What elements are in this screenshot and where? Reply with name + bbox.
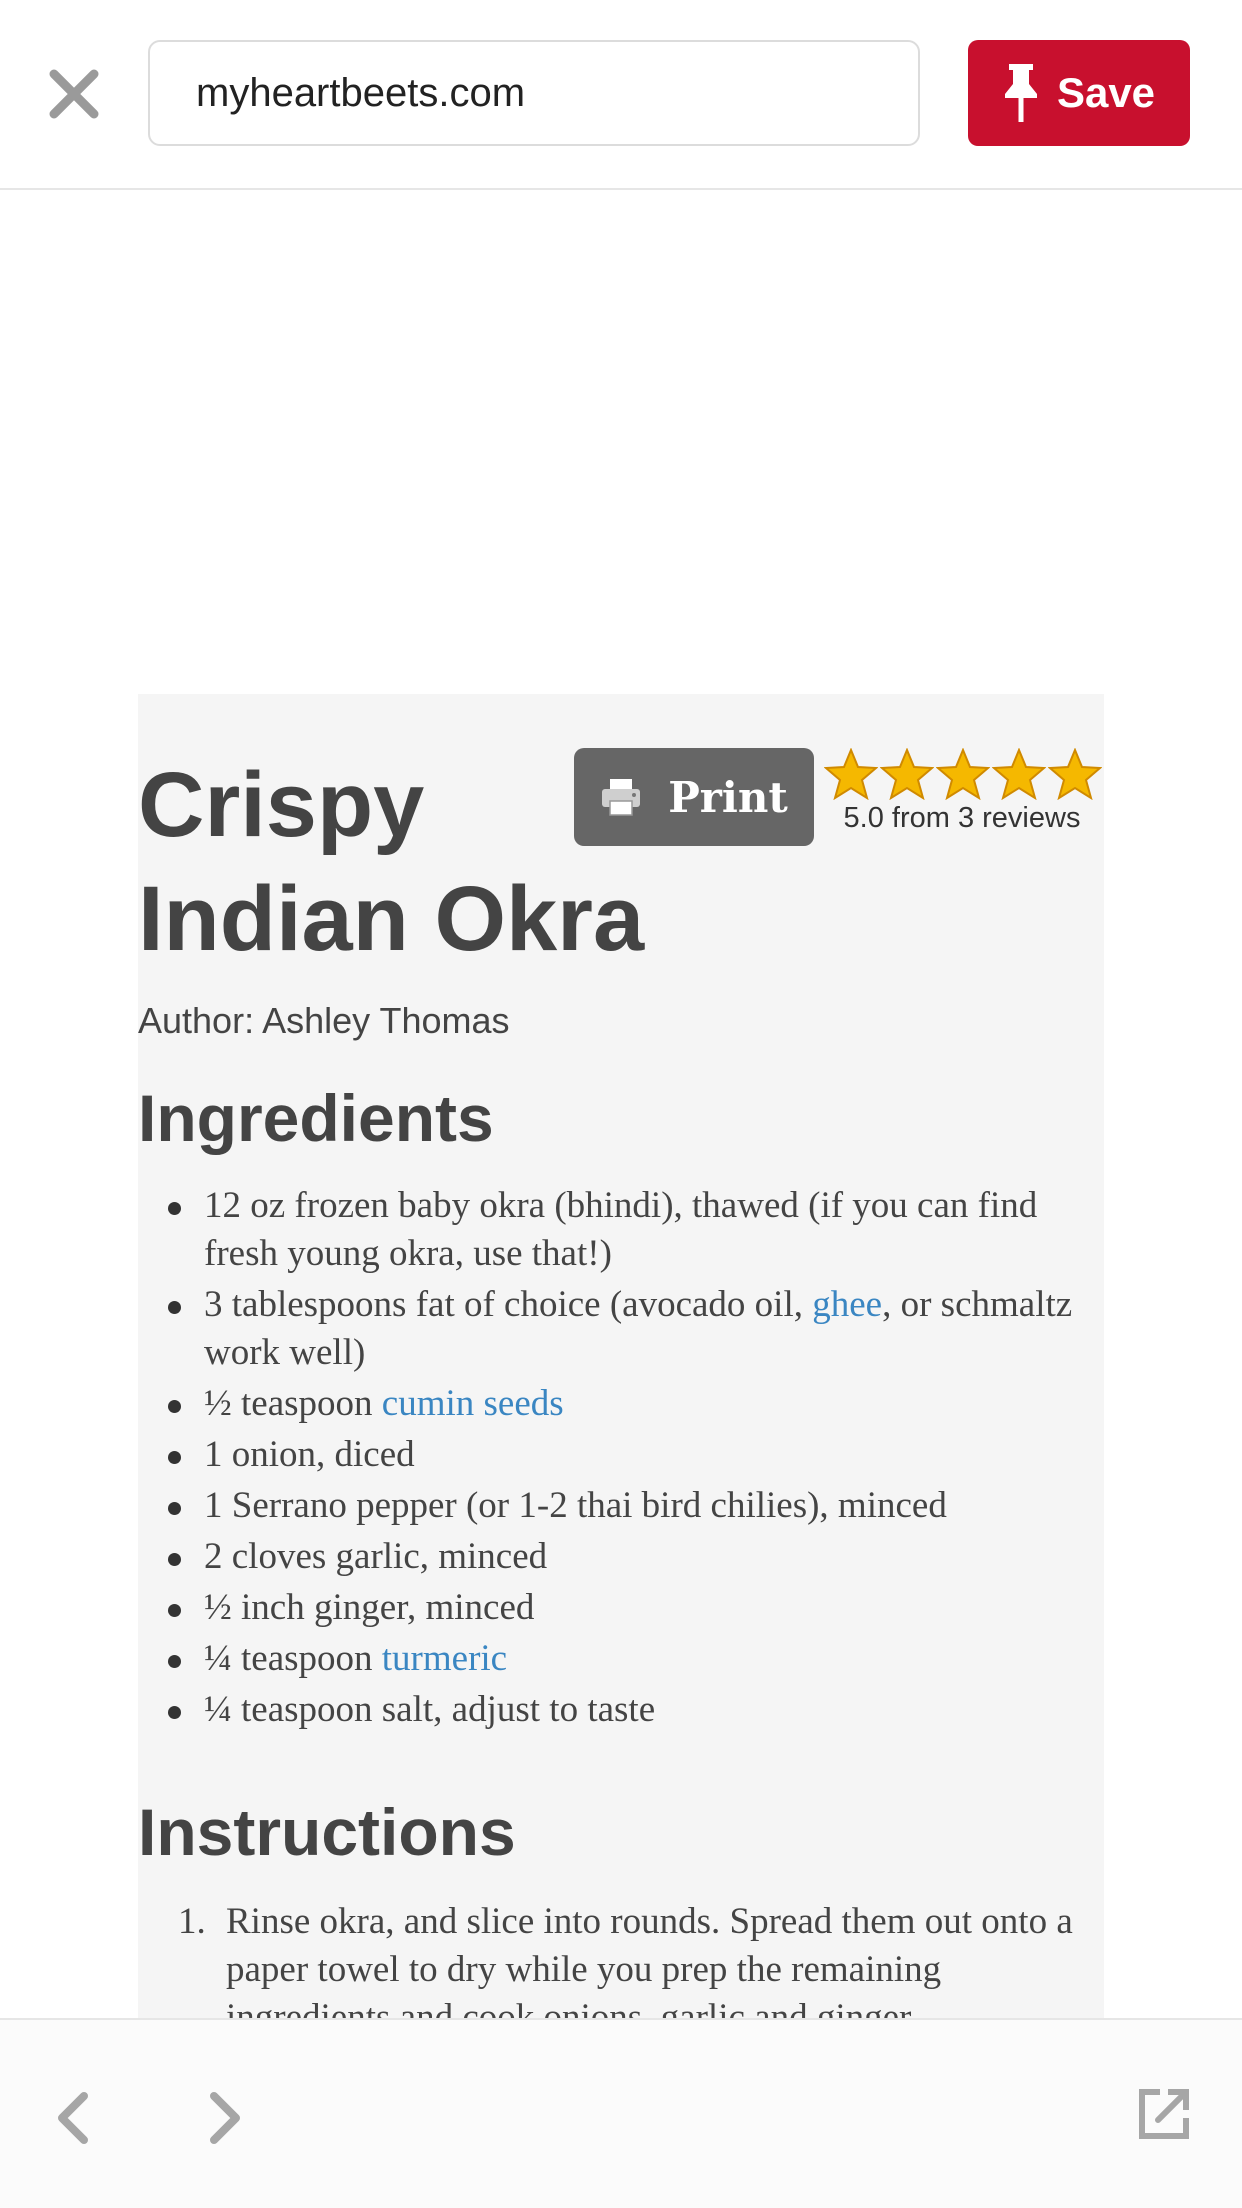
star-icon — [1048, 748, 1102, 800]
instruction-step: 1. Rinse okra, and slice into rounds. Spr… — [178, 1898, 1098, 2018]
ingredient-text: ½ inch ginger, minced — [204, 1587, 535, 1628]
ingredient-text: ½ teaspoon — [204, 1383, 382, 1424]
save-label: Save — [1056, 69, 1156, 116]
ingredient-text: 1 onion, diced — [204, 1434, 415, 1475]
ingredient-item: 1 Serrano pepper (or 1-2 thai bird chili… — [168, 1482, 1098, 1530]
ingredients-heading: Ingredients — [138, 1081, 494, 1155]
ingredient-text: ¼ teaspoon — [204, 1638, 382, 1679]
ingredient-link[interactable]: cumin seeds — [382, 1383, 564, 1424]
star-icon — [824, 748, 878, 800]
print-button[interactable]: Print — [574, 748, 814, 846]
ingredient-item: 1 onion, diced — [168, 1431, 1098, 1479]
top-bar: myheartbeets.com Save — [0, 0, 1242, 190]
chevron-right-icon — [210, 2092, 240, 2144]
forward-button[interactable] — [202, 2090, 250, 2146]
ingredient-item: ¼ teaspoon salt, adjust to taste — [168, 1686, 1098, 1734]
star-icon — [992, 748, 1046, 800]
ingredient-text: 12 oz frozen baby okra (bhindi), thawed … — [204, 1185, 1038, 1274]
ingredient-link[interactable]: turmeric — [382, 1638, 507, 1679]
back-button[interactable] — [48, 2090, 96, 2146]
rating: 5.0 from 3 reviews — [824, 748, 1110, 835]
print-label: Print — [668, 772, 788, 822]
ingredient-item: 3 tablespoons fat of choice (avocado oil… — [168, 1281, 1098, 1377]
close-button[interactable] — [44, 64, 104, 124]
ingredient-item: ¼ teaspoon turmeric — [168, 1635, 1098, 1683]
star-icon — [936, 748, 990, 800]
open-external-icon — [1139, 2089, 1189, 2139]
step-number: 1. — [178, 1901, 206, 1942]
star-rating — [824, 748, 1110, 800]
ingredient-text: 3 tablespoons fat of choice (avocado oil… — [204, 1284, 813, 1325]
ingredient-item: 2 cloves garlic, minced — [168, 1533, 1098, 1581]
star-icon — [880, 748, 934, 800]
printer-icon — [602, 779, 641, 816]
ingredient-text: ¼ teaspoon salt, adjust to taste — [204, 1689, 656, 1730]
ingredient-item: ½ inch ginger, minced — [168, 1584, 1098, 1632]
chevron-left-icon — [58, 2092, 88, 2144]
pin-icon — [1004, 64, 1037, 122]
ingredient-item: ½ teaspoon cumin seeds — [168, 1380, 1098, 1428]
ingredient-text: 1 Serrano pepper (or 1-2 thai bird chili… — [204, 1485, 947, 1526]
ingredient-item: 12 oz frozen baby okra (bhindi), thawed … — [168, 1182, 1098, 1278]
ingredient-link[interactable]: ghee — [812, 1284, 882, 1325]
recipe-author: Author: Ashley Thomas — [138, 1000, 510, 1041]
instructions-heading: Instructions — [138, 1795, 516, 1869]
url-bar[interactable]: myheartbeets.com — [148, 40, 920, 146]
instructions-list: 1. Rinse okra, and slice into rounds. Spr… — [178, 1898, 1098, 2018]
ingredients-list: 12 oz frozen baby okra (bhindi), thawed … — [168, 1182, 1098, 1737]
rating-text: 5.0 from 3 reviews — [843, 802, 1081, 834]
page-content[interactable]: Crispy Indian Okra Print 5.0 from 3 revi… — [0, 190, 1242, 2018]
save-button[interactable]: Save — [968, 40, 1190, 146]
open-external-button[interactable] — [1136, 2086, 1192, 2142]
bottom-bar — [0, 2018, 1242, 2208]
recipe-card: Crispy Indian Okra Print 5.0 from 3 revi… — [138, 694, 1104, 2018]
ingredient-text: 2 cloves garlic, minced — [204, 1536, 548, 1577]
close-icon — [49, 69, 99, 119]
step-text: Rinse okra, and slice into rounds. Sprea… — [226, 1901, 1073, 2018]
url-text: myheartbeets.com — [196, 70, 526, 115]
